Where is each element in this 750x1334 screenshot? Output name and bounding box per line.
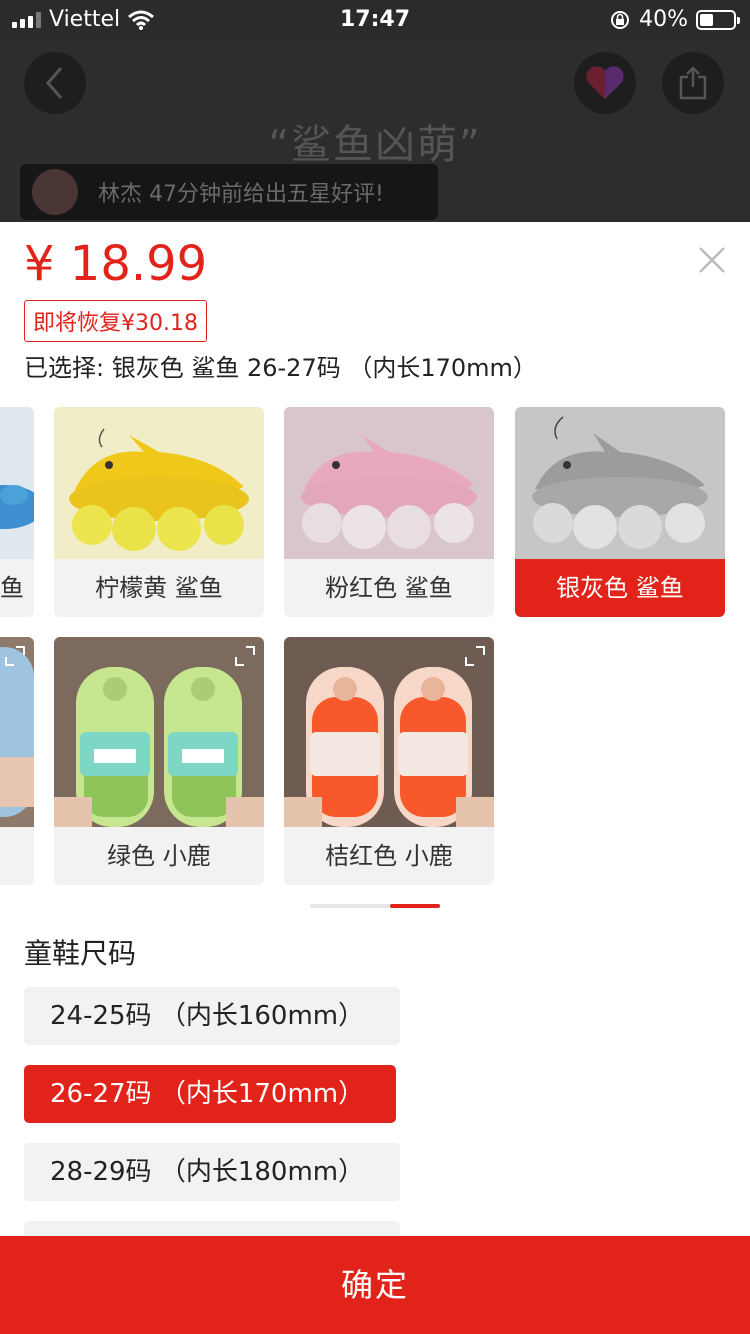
hero-text: “鲨鱼凶萌” — [268, 122, 482, 168]
variant-image — [284, 637, 494, 827]
avatar — [32, 169, 78, 215]
favorite-button[interactable] — [574, 52, 636, 114]
battery-percent: 40% — [639, 7, 688, 32]
heart-icon — [586, 66, 624, 99]
confirm-button[interactable]: 确定 — [0, 1236, 750, 1334]
variant-label: 粉红色 鲨鱼 — [325, 574, 453, 602]
selected-summary: 已选择: 银灰色 鲨鱼 26-27码 （内长170mm） — [24, 354, 537, 382]
variant-card[interactable]: 柠檬黄 鲨鱼 — [54, 407, 264, 617]
variant-card[interactable] — [0, 637, 34, 885]
variant-card[interactable]: 粉红色 鲨鱼 — [284, 407, 494, 617]
close-icon[interactable] — [698, 246, 726, 274]
status-bar: Viettel 17:47 40% — [0, 0, 750, 40]
variant-image — [0, 407, 34, 559]
battery-icon — [696, 9, 740, 30]
variant-grid: 鱼 柠檬黄 鲨鱼 粉红色 鲨鱼 银灰色 鲨鱼 绿色 小鹿 桔红色 小鹿 — [0, 407, 750, 887]
variant-card[interactable]: 桔红色 小鹿 — [284, 637, 494, 885]
variant-image — [54, 407, 264, 559]
expand-icon[interactable] — [464, 645, 486, 667]
rotation-lock-icon — [611, 10, 630, 29]
size-option[interactable]: 28-29码 （内长180mm） — [24, 1143, 400, 1201]
variant-image — [54, 637, 264, 827]
chevron-left-icon — [46, 67, 63, 99]
variant-card[interactable]: 鱼 — [0, 407, 34, 617]
variant-label: 鱼 — [0, 574, 24, 602]
expand-icon[interactable] — [234, 645, 256, 667]
share-icon — [679, 66, 707, 100]
review-ticker: 林杰 47分钟前给出五星好评! — [20, 164, 438, 220]
variant-label: 绿色 小鹿 — [107, 842, 211, 870]
product-header: “鲨鱼凶萌” 林杰 47分钟前给出五星好评! — [0, 40, 750, 222]
restore-price-badge: 即将恢复¥30.18 — [24, 300, 207, 342]
variant-card-selected[interactable]: 银灰色 鲨鱼 — [515, 407, 725, 617]
sku-selector-sheet: ¥ 18.99 即将恢复¥30.18 已选择: 银灰色 鲨鱼 26-27码 （内… — [0, 222, 750, 1334]
variant-label — [0, 827, 34, 885]
price: ¥ 18.99 — [24, 236, 208, 292]
variant-label: 银灰色 鲨鱼 — [515, 559, 725, 617]
carousel-indicator — [310, 904, 440, 908]
variant-image — [284, 407, 494, 559]
share-button[interactable] — [662, 52, 724, 114]
variant-image — [515, 407, 725, 559]
back-button[interactable] — [24, 52, 86, 114]
size-option[interactable]: 24-25码 （内长160mm） — [24, 987, 400, 1045]
variant-label: 桔红色 小鹿 — [325, 842, 453, 870]
review-text: 林杰 47分钟前给出五星好评! — [98, 182, 384, 207]
variant-image — [0, 637, 34, 827]
variant-label: 柠檬黄 鲨鱼 — [95, 574, 223, 602]
size-section-title: 童鞋尺码 — [24, 937, 137, 970]
expand-icon[interactable] — [4, 645, 26, 667]
size-option-selected[interactable]: 26-27码 （内长170mm） — [24, 1065, 396, 1123]
variant-card[interactable]: 绿色 小鹿 — [54, 637, 264, 885]
